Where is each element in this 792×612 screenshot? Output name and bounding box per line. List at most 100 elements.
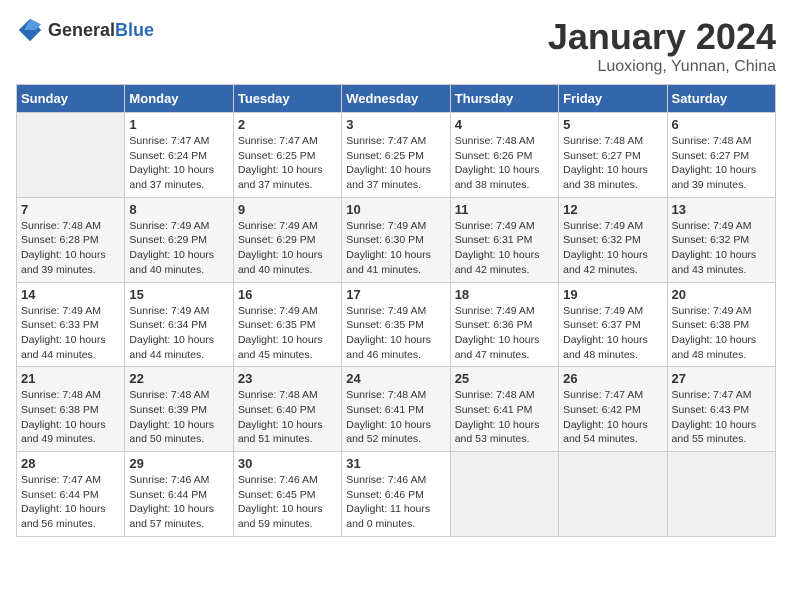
calendar-cell: 8 Sunrise: 7:49 AMSunset: 6:29 PMDaylight… bbox=[125, 197, 233, 282]
calendar-cell: 24 Sunrise: 7:48 AMSunset: 6:41 PMDayligh… bbox=[342, 367, 450, 452]
calendar-cell: 4Sunrise: 7:48 AMSunset: 6:26 PMDaylight… bbox=[450, 113, 558, 198]
day-number: 11 bbox=[455, 202, 554, 217]
header-day-thursday: Thursday bbox=[450, 85, 558, 113]
day-info: Sunrise: 7:49 AMSunset: 6:29 PMDaylight:… bbox=[238, 219, 337, 278]
calendar-cell: 23Sunrise: 7:48 AMSunset: 6:40 PMDayligh… bbox=[233, 367, 341, 452]
calendar-cell: 26 Sunrise: 7:47 AMSunset: 6:42 PMDayligh… bbox=[559, 367, 667, 452]
day-info: Sunrise: 7:49 AMSunset: 6:37 PMDaylight:… bbox=[563, 304, 662, 363]
day-info: Sunrise: 7:49 AMSunset: 6:33 PMDaylight:… bbox=[21, 304, 120, 363]
day-number: 24 bbox=[346, 371, 445, 386]
logo-icon bbox=[16, 16, 44, 44]
day-info: Sunrise: 7:47 AMSunset: 6:25 PMDaylight:… bbox=[238, 134, 337, 193]
header-day-friday: Friday bbox=[559, 85, 667, 113]
calendar-cell: 17 Sunrise: 7:49 AMSunset: 6:35 PMDayligh… bbox=[342, 282, 450, 367]
day-info: Sunrise: 7:46 AMSunset: 6:46 PMDaylight:… bbox=[346, 473, 445, 532]
day-number: 3 bbox=[346, 117, 445, 132]
day-info: Sunrise: 7:49 AMSunset: 6:36 PMDaylight:… bbox=[455, 304, 554, 363]
calendar-cell: 21 Sunrise: 7:48 AMSunset: 6:38 PMDayligh… bbox=[17, 367, 125, 452]
calendar-cell: 30 Sunrise: 7:46 AMSunset: 6:45 PMDayligh… bbox=[233, 452, 341, 537]
day-number: 29 bbox=[129, 456, 228, 471]
day-number: 18 bbox=[455, 287, 554, 302]
day-number: 28 bbox=[21, 456, 120, 471]
day-info: Sunrise: 7:46 AMSunset: 6:45 PMDaylight:… bbox=[238, 473, 337, 532]
logo-blue: Blue bbox=[115, 20, 154, 40]
day-info: Sunrise: 7:49 AMSunset: 6:35 PMDaylight:… bbox=[346, 304, 445, 363]
calendar-cell: 11Sunrise: 7:49 AMSunset: 6:31 PMDayligh… bbox=[450, 197, 558, 282]
day-info: Sunrise: 7:49 AMSunset: 6:32 PMDaylight:… bbox=[672, 219, 771, 278]
day-info: Sunrise: 7:46 AMSunset: 6:44 PMDaylight:… bbox=[129, 473, 228, 532]
calendar-cell: 14 Sunrise: 7:49 AMSunset: 6:33 PMDayligh… bbox=[17, 282, 125, 367]
calendar-cell bbox=[667, 452, 775, 537]
day-info: Sunrise: 7:49 AMSunset: 6:38 PMDaylight:… bbox=[672, 304, 771, 363]
day-info: Sunrise: 7:48 AMSunset: 6:27 PMDaylight:… bbox=[672, 134, 771, 193]
calendar-cell: 13 Sunrise: 7:49 AMSunset: 6:32 PMDayligh… bbox=[667, 197, 775, 282]
calendar-cell: 19Sunrise: 7:49 AMSunset: 6:37 PMDayligh… bbox=[559, 282, 667, 367]
day-info: Sunrise: 7:49 AMSunset: 6:34 PMDaylight:… bbox=[129, 304, 228, 363]
calendar-cell: 10 Sunrise: 7:49 AMSunset: 6:30 PMDayligh… bbox=[342, 197, 450, 282]
day-info: Sunrise: 7:48 AMSunset: 6:40 PMDaylight:… bbox=[238, 388, 337, 447]
calendar-cell: 1 Sunrise: 7:47 AMSunset: 6:24 PMDaylight… bbox=[125, 113, 233, 198]
calendar-cell: 7Sunrise: 7:48 AMSunset: 6:28 PMDaylight… bbox=[17, 197, 125, 282]
location-subtitle: Luoxiong, Yunnan, China bbox=[548, 58, 776, 76]
day-number: 26 bbox=[563, 371, 662, 386]
day-info: Sunrise: 7:47 AMSunset: 6:25 PMDaylight:… bbox=[346, 134, 445, 193]
calendar-cell: 28 Sunrise: 7:47 AMSunset: 6:44 PMDayligh… bbox=[17, 452, 125, 537]
day-number: 31 bbox=[346, 456, 445, 471]
calendar-cell: 5 Sunrise: 7:48 AMSunset: 6:27 PMDaylight… bbox=[559, 113, 667, 198]
calendar-week-row: 14 Sunrise: 7:49 AMSunset: 6:33 PMDayligh… bbox=[17, 282, 776, 367]
calendar-week-row: 7Sunrise: 7:48 AMSunset: 6:28 PMDaylight… bbox=[17, 197, 776, 282]
day-info: Sunrise: 7:47 AMSunset: 6:24 PMDaylight:… bbox=[129, 134, 228, 193]
day-number: 7 bbox=[21, 202, 120, 217]
day-number: 10 bbox=[346, 202, 445, 217]
day-info: Sunrise: 7:47 AMSunset: 6:43 PMDaylight:… bbox=[672, 388, 771, 447]
month-year-title: January 2024 bbox=[548, 16, 776, 58]
day-info: Sunrise: 7:47 AMSunset: 6:44 PMDaylight:… bbox=[21, 473, 120, 532]
day-number: 27 bbox=[672, 371, 771, 386]
day-info: Sunrise: 7:49 AMSunset: 6:30 PMDaylight:… bbox=[346, 219, 445, 278]
day-info: Sunrise: 7:48 AMSunset: 6:38 PMDaylight:… bbox=[21, 388, 120, 447]
day-number: 30 bbox=[238, 456, 337, 471]
day-info: Sunrise: 7:49 AMSunset: 6:35 PMDaylight:… bbox=[238, 304, 337, 363]
calendar-cell: 15 Sunrise: 7:49 AMSunset: 6:34 PMDayligh… bbox=[125, 282, 233, 367]
day-number: 6 bbox=[672, 117, 771, 132]
day-number: 8 bbox=[129, 202, 228, 217]
calendar-cell: 3 Sunrise: 7:47 AMSunset: 6:25 PMDaylight… bbox=[342, 113, 450, 198]
day-number: 2 bbox=[238, 117, 337, 132]
logo-general: General bbox=[48, 20, 115, 40]
day-number: 1 bbox=[129, 117, 228, 132]
header: GeneralBlue January 2024 Luoxiong, Yunna… bbox=[16, 16, 776, 76]
calendar-cell bbox=[17, 113, 125, 198]
logo: GeneralBlue bbox=[16, 16, 154, 44]
calendar-cell: 27 Sunrise: 7:47 AMSunset: 6:43 PMDayligh… bbox=[667, 367, 775, 452]
day-info: Sunrise: 7:48 AMSunset: 6:27 PMDaylight:… bbox=[563, 134, 662, 193]
calendar-table: SundayMondayTuesdayWednesdayThursdayFrid… bbox=[16, 84, 776, 537]
calendar-cell: 20 Sunrise: 7:49 AMSunset: 6:38 PMDayligh… bbox=[667, 282, 775, 367]
day-number: 25 bbox=[455, 371, 554, 386]
day-number: 20 bbox=[672, 287, 771, 302]
day-info: Sunrise: 7:49 AMSunset: 6:29 PMDaylight:… bbox=[129, 219, 228, 278]
calendar-cell: 25Sunrise: 7:48 AMSunset: 6:41 PMDayligh… bbox=[450, 367, 558, 452]
header-day-tuesday: Tuesday bbox=[233, 85, 341, 113]
header-day-sunday: Sunday bbox=[17, 85, 125, 113]
day-info: Sunrise: 7:48 AMSunset: 6:26 PMDaylight:… bbox=[455, 134, 554, 193]
day-number: 22 bbox=[129, 371, 228, 386]
header-day-saturday: Saturday bbox=[667, 85, 775, 113]
day-number: 14 bbox=[21, 287, 120, 302]
day-number: 17 bbox=[346, 287, 445, 302]
day-number: 12 bbox=[563, 202, 662, 217]
day-number: 5 bbox=[563, 117, 662, 132]
day-number: 15 bbox=[129, 287, 228, 302]
day-info: Sunrise: 7:49 AMSunset: 6:32 PMDaylight:… bbox=[563, 219, 662, 278]
day-info: Sunrise: 7:48 AMSunset: 6:41 PMDaylight:… bbox=[346, 388, 445, 447]
calendar-cell: 12 Sunrise: 7:49 AMSunset: 6:32 PMDayligh… bbox=[559, 197, 667, 282]
day-number: 13 bbox=[672, 202, 771, 217]
day-number: 9 bbox=[238, 202, 337, 217]
day-number: 16 bbox=[238, 287, 337, 302]
calendar-cell: 22Sunrise: 7:48 AMSunset: 6:39 PMDayligh… bbox=[125, 367, 233, 452]
header-day-monday: Monday bbox=[125, 85, 233, 113]
day-number: 21 bbox=[21, 371, 120, 386]
calendar-cell: 6 Sunrise: 7:48 AMSunset: 6:27 PMDaylight… bbox=[667, 113, 775, 198]
calendar-cell: 2 Sunrise: 7:47 AMSunset: 6:25 PMDaylight… bbox=[233, 113, 341, 198]
day-info: Sunrise: 7:47 AMSunset: 6:42 PMDaylight:… bbox=[563, 388, 662, 447]
calendar-week-row: 21 Sunrise: 7:48 AMSunset: 6:38 PMDayligh… bbox=[17, 367, 776, 452]
